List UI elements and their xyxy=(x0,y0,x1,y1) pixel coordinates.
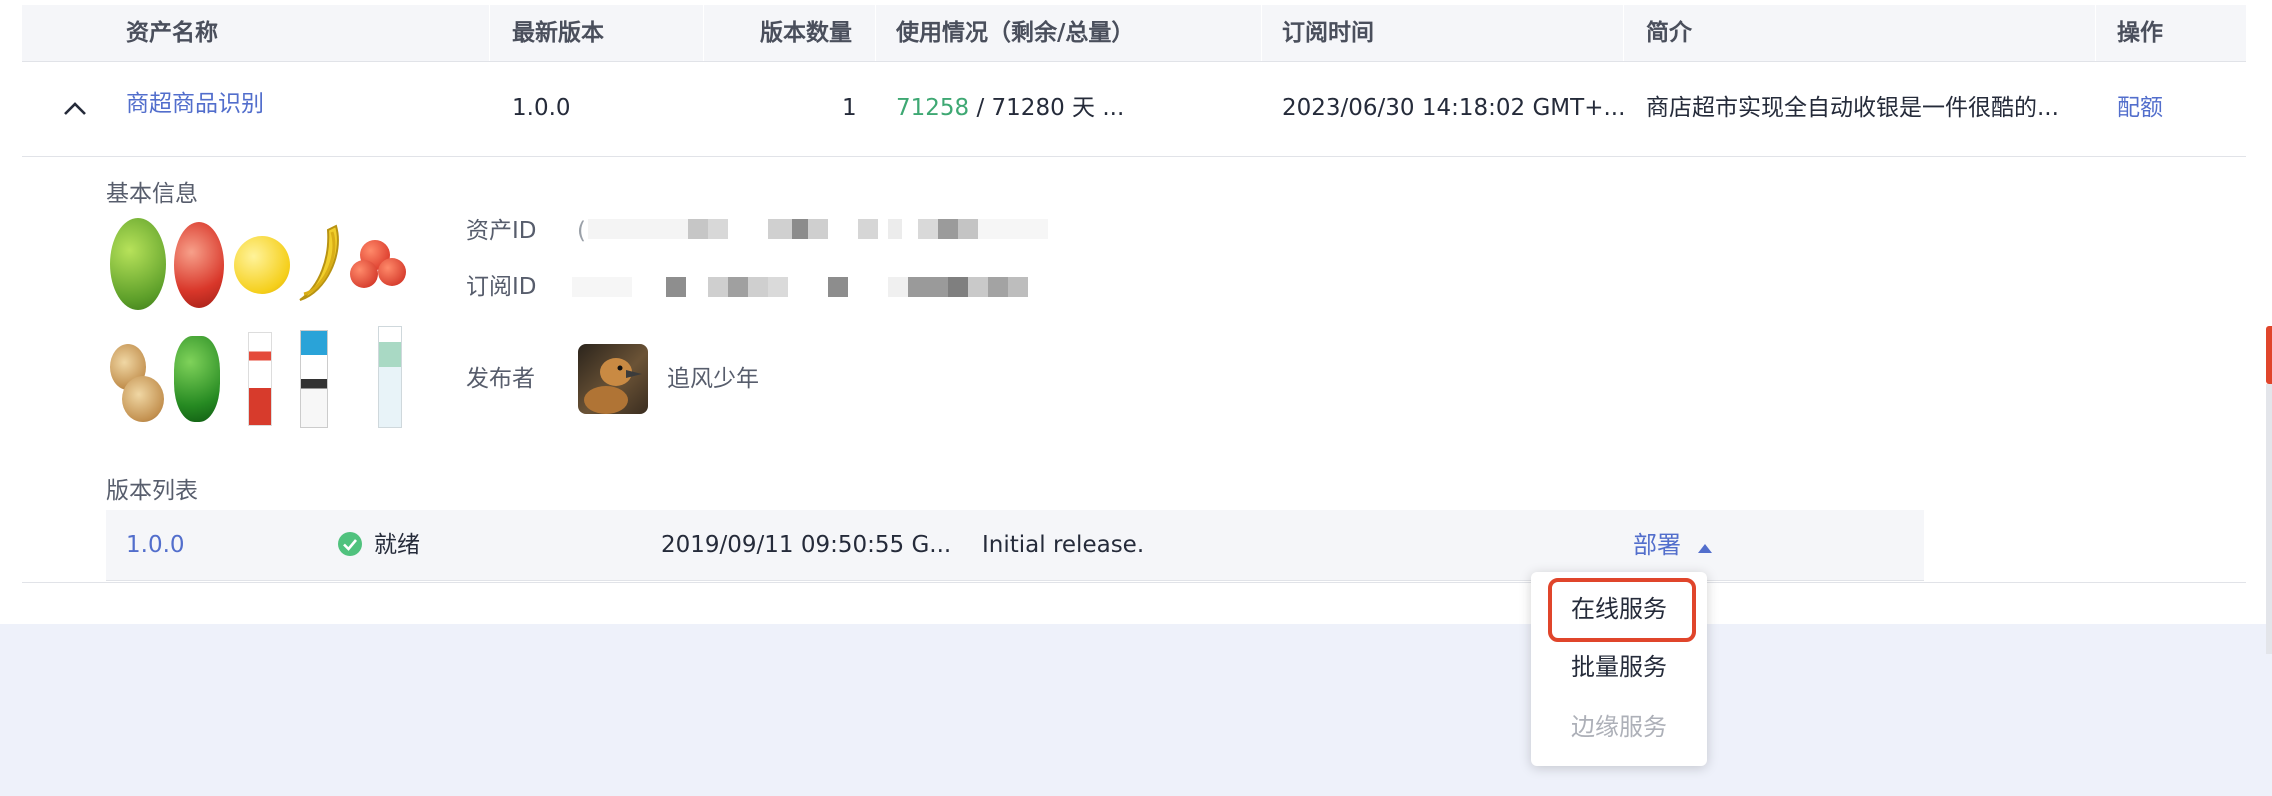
asset-id-prefix: ( xyxy=(577,218,586,244)
header-actions: 操作 xyxy=(2117,20,2163,46)
asset-id-masked xyxy=(588,219,1048,239)
version-list-row: 1.0.0 就绪 2019/09/11 09:50:55 G... Initia… xyxy=(106,510,1924,581)
header-divider xyxy=(1623,5,1624,61)
version-status: 就绪 xyxy=(374,532,420,558)
header-usage[interactable]: 使用情况（剩余/总量） xyxy=(896,3,1134,63)
table-header: 资产名称 最新版本 版本数量 使用情况（剩余/总量） 订阅时间 简介 操作 xyxy=(22,5,2246,62)
table-row: 商超商品识别 1.0.0 1 71258 / 71280 天 ... 2023/… xyxy=(22,62,2246,157)
version-description: Initial release. xyxy=(982,532,1145,558)
status-ok-icon xyxy=(338,532,362,556)
basic-info-title: 基本信息 xyxy=(106,181,198,207)
page-footer-area xyxy=(0,624,2272,796)
asset-id-label: 资产ID xyxy=(466,218,537,244)
publisher-name: 追风少年 xyxy=(667,366,759,392)
collapse-chevron-icon[interactable] xyxy=(60,94,90,124)
usage-total: / 71280 天 ... xyxy=(976,95,1125,121)
header-divider xyxy=(2095,5,2096,61)
summary-value: 商店超市实现全自动收银是一件很酷的... xyxy=(1646,95,2059,121)
header-summary[interactable]: 简介 xyxy=(1646,3,1692,63)
detail-bottom-divider xyxy=(22,582,2246,583)
header-divider xyxy=(703,5,704,61)
usage-value: 71258 / 71280 天 ... xyxy=(896,92,1124,124)
menu-item-edge-service: 边缘服务 xyxy=(1531,698,1707,756)
version-created-at: 2019/09/11 09:50:55 G... xyxy=(661,532,952,558)
scrollbar-thumb[interactable] xyxy=(2266,326,2272,384)
version-number-link[interactable]: 1.0.0 xyxy=(126,529,185,561)
header-asset-name[interactable]: 资产名称 xyxy=(126,3,218,63)
subscription-id-label: 订阅ID xyxy=(466,274,537,300)
version-list-title: 版本列表 xyxy=(106,478,198,504)
quota-link[interactable]: 配额 xyxy=(2117,92,2163,124)
header-divider xyxy=(875,5,876,61)
asset-name-link[interactable]: 商超商品识别 xyxy=(126,88,264,120)
caret-up-icon xyxy=(1697,530,1713,562)
menu-highlight-frame xyxy=(1548,578,1696,642)
menu-item-batch-label: 批量服务 xyxy=(1571,653,1667,681)
menu-item-batch-service[interactable]: 批量服务 xyxy=(1531,638,1707,696)
subscribed-at-value: 2023/06/30 14:18:02 GMT+... xyxy=(1282,95,1626,121)
publisher-avatar xyxy=(578,344,648,414)
product-thumbnail xyxy=(106,214,426,434)
publisher-label: 发布者 xyxy=(466,366,535,392)
version-count-value: 1 xyxy=(842,95,857,121)
scrollbar-track xyxy=(2266,384,2272,654)
latest-version-value: 1.0.0 xyxy=(512,95,571,121)
deploy-dropdown-button[interactable]: 部署 xyxy=(1633,529,1713,561)
header-divider xyxy=(489,5,490,61)
usage-remaining: 71258 xyxy=(896,95,970,121)
header-divider xyxy=(1261,5,1262,61)
deploy-label: 部署 xyxy=(1633,531,1681,559)
header-latest-version[interactable]: 最新版本 xyxy=(512,3,604,63)
header-subscribed-at[interactable]: 订阅时间 xyxy=(1282,3,1374,63)
subscription-id-masked xyxy=(572,277,1052,297)
header-version-count[interactable]: 版本数量 xyxy=(760,3,852,63)
menu-item-edge-label: 边缘服务 xyxy=(1571,713,1667,741)
deploy-dropdown-menu: 在线服务 批量服务 边缘服务 xyxy=(1531,572,1707,766)
